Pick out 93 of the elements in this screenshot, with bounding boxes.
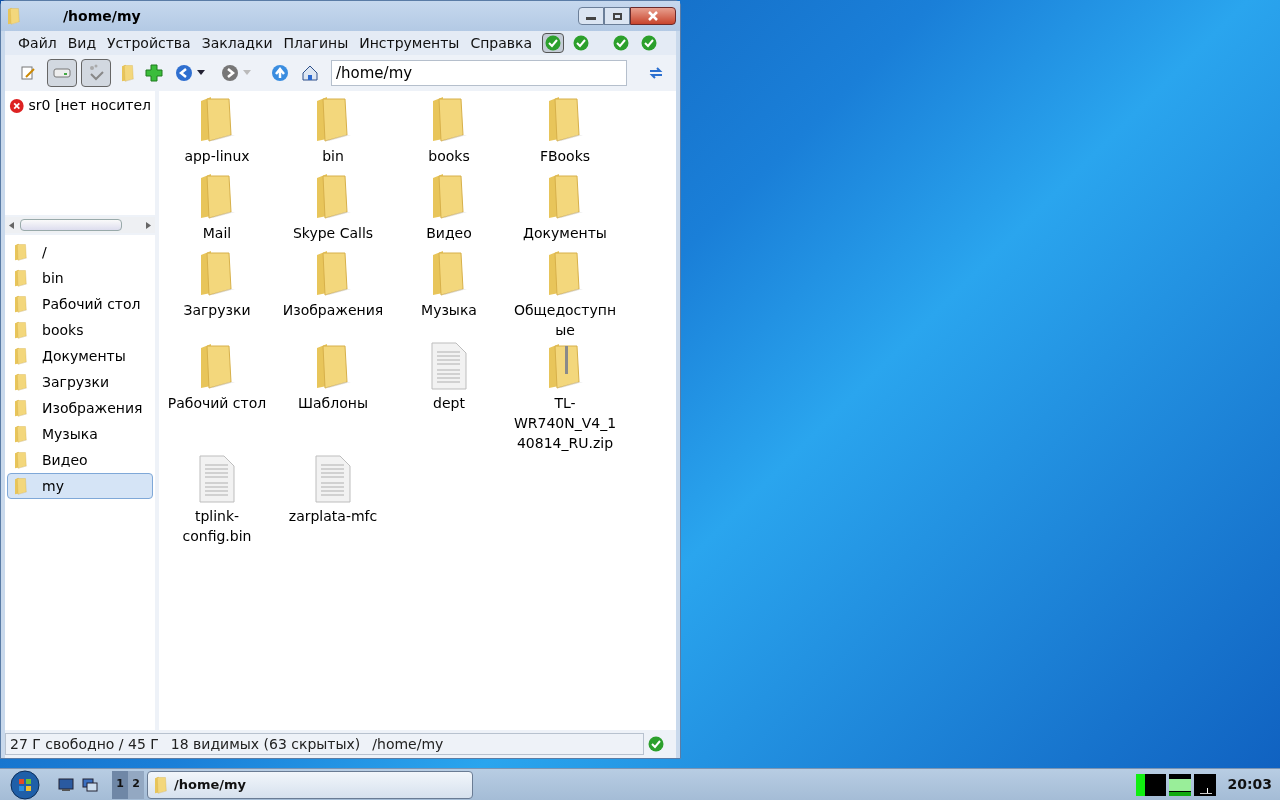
file-item[interactable]: Общедоступные [507, 247, 623, 340]
back-icon[interactable] [175, 64, 193, 82]
toolbar-button[interactable] [81, 59, 111, 87]
file-item[interactable]: Рабочий стол [159, 340, 275, 453]
memory-meter-icon [1169, 773, 1192, 796]
drive-icon [53, 67, 71, 79]
path-text: /home/my [372, 734, 444, 754]
file-item[interactable]: Mail [159, 170, 275, 247]
place-item[interactable]: / [7, 239, 153, 265]
folder-icon [12, 321, 30, 339]
document-icon [198, 455, 236, 503]
folder-icon [12, 347, 30, 365]
place-item[interactable]: my [7, 473, 153, 499]
up-icon[interactable] [271, 64, 289, 82]
file-item[interactable]: app-linux [159, 93, 275, 170]
edit-document-icon [20, 65, 36, 81]
horizontal-scrollbar[interactable] [5, 217, 155, 233]
place-item[interactable]: Загрузки [7, 369, 153, 395]
folder-icon [12, 425, 30, 443]
folder-icon [12, 451, 30, 469]
scroll-left-icon[interactable] [9, 221, 14, 229]
file-item[interactable]: Загрузки [159, 247, 275, 340]
menu-item[interactable]: Закладки [196, 32, 278, 54]
close-button[interactable] [630, 7, 676, 25]
file-item[interactable]: Skype Calls [275, 170, 391, 247]
file-item[interactable]: dept [391, 340, 507, 453]
check-icon [641, 35, 658, 51]
place-item[interactable]: Изображения [7, 395, 153, 421]
status-check-icon [648, 736, 664, 752]
file-item[interactable]: bin [275, 93, 391, 170]
home-icon[interactable] [301, 64, 319, 82]
file-item[interactable]: TL-WR740N_V4_140814_RU.zip [507, 340, 623, 453]
menu-item[interactable]: Файл [13, 32, 62, 54]
menu-item[interactable]: Плагины [278, 32, 354, 54]
check-icon [545, 35, 562, 51]
file-item[interactable]: books [391, 93, 507, 170]
folder-icon [152, 775, 170, 794]
free-space-text: 27 Г свободно / 45 Г [10, 734, 159, 754]
document-icon [430, 342, 468, 390]
folder-icon [119, 64, 137, 82]
folder-icon [12, 243, 30, 261]
error-icon [9, 96, 25, 115]
device-item[interactable]: sr0 [нет носител [9, 95, 151, 116]
file-item[interactable]: Изображения [275, 247, 391, 340]
close-icon [648, 11, 658, 21]
file-item[interactable]: Документы [507, 170, 623, 247]
file-item[interactable]: zarplata-mfc [275, 453, 391, 546]
folder-icon [5, 7, 23, 25]
menu-item[interactable]: Устройства [102, 32, 196, 54]
add-icon[interactable] [145, 64, 163, 82]
cpu-meter-icon [1136, 773, 1167, 796]
place-item[interactable]: Музыка [7, 421, 153, 447]
folder-icon [12, 269, 30, 287]
network-meter-icon [1194, 773, 1217, 796]
menu-item[interactable]: Вид [62, 32, 102, 54]
file-item[interactable]: FBooks [507, 93, 623, 170]
swap-arrows-icon[interactable] [648, 65, 664, 81]
menu-item[interactable]: Справка [465, 32, 538, 54]
file-item[interactable]: tplink-config.bin [159, 453, 275, 546]
file-item[interactable]: Музыка [391, 247, 507, 340]
dots-check-icon [87, 64, 105, 82]
folder-icon [12, 477, 30, 495]
toggle-button[interactable] [542, 33, 565, 53]
forward-icon[interactable] [221, 64, 239, 82]
location-field[interactable]: /home/my [331, 60, 627, 86]
windows-icon[interactable] [82, 777, 98, 792]
desktop-switch[interactable]: 2 [128, 770, 144, 799]
document-icon [314, 455, 352, 503]
minimize-button[interactable] [578, 7, 604, 25]
item-count-text: 18 видимых (63 скрытых) [170, 734, 361, 754]
check-icon [613, 35, 630, 51]
toolbar-button[interactable] [47, 59, 77, 87]
start-orb-icon[interactable] [10, 769, 40, 800]
scroll-right-icon[interactable] [146, 221, 151, 229]
folder-icon [12, 399, 30, 417]
place-item[interactable]: books [7, 317, 153, 343]
place-item[interactable]: bin [7, 265, 153, 291]
folder-icon [12, 295, 30, 313]
file-item[interactable]: Шаблоны [275, 340, 391, 453]
place-item[interactable]: Рабочий стол [7, 291, 153, 317]
menu-item[interactable]: Инструменты [354, 32, 465, 54]
check-icon [573, 35, 590, 51]
place-item[interactable]: Документы [7, 343, 153, 369]
file-item[interactable]: Видео [391, 170, 507, 247]
maximize-button[interactable] [604, 7, 630, 25]
desktop-icon[interactable] [58, 777, 74, 792]
place-item[interactable]: Видео [7, 447, 153, 473]
clock: 20:03 [1227, 775, 1272, 794]
desktop-switch[interactable]: 1 [112, 770, 128, 799]
folder-icon [12, 373, 30, 391]
caret-icon[interactable] [197, 70, 205, 76]
task-button[interactable]: /home/my [147, 770, 473, 799]
window-title: /home/my [63, 6, 141, 26]
